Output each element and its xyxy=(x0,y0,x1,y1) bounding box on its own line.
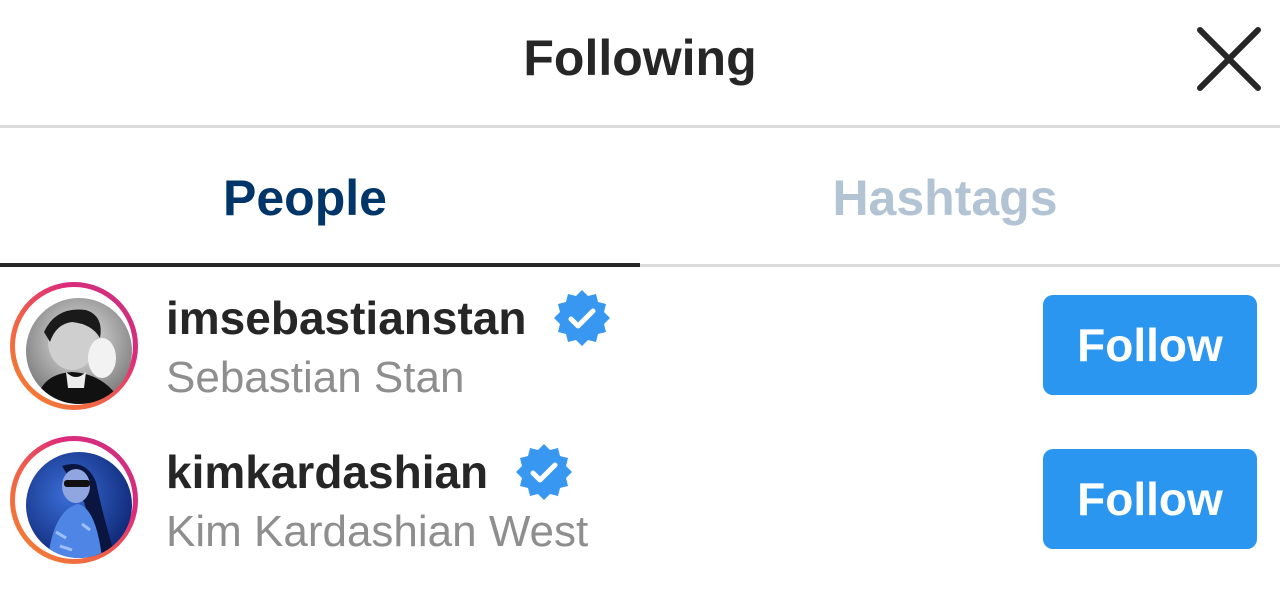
tab-bar: People Hashtags xyxy=(0,128,1280,267)
username[interactable]: kimkardashian xyxy=(166,445,488,499)
close-icon xyxy=(1197,27,1261,91)
story-ring[interactable] xyxy=(10,436,138,564)
verified-badge-icon xyxy=(554,290,611,346)
avatar xyxy=(26,452,132,558)
full-name: Kim Kardashian West xyxy=(166,507,589,556)
avatar xyxy=(26,298,132,404)
dialog-title: Following xyxy=(523,30,757,86)
story-ring[interactable] xyxy=(10,282,138,410)
close-button[interactable] xyxy=(1192,22,1266,96)
tab-hashtags[interactable]: Hashtags xyxy=(640,128,1280,267)
username[interactable]: imsebastianstan xyxy=(166,291,526,345)
follow-button[interactable]: Follow xyxy=(1043,449,1257,549)
verified-badge-icon xyxy=(516,444,573,500)
dialog-header: Following xyxy=(0,0,1280,128)
avatar-photo xyxy=(26,452,132,558)
full-name: Sebastian Stan xyxy=(166,353,465,402)
list-item: imsebastianstan Sebastian Stan Follow xyxy=(0,270,1280,420)
avatar-photo xyxy=(26,298,132,404)
following-dialog: Following People Hashtags imsebastiansta… xyxy=(0,0,1280,606)
tab-people[interactable]: People xyxy=(0,128,640,267)
follow-button[interactable]: Follow xyxy=(1043,295,1257,395)
list-item: kimkardashian Kim Kardashian West Follow xyxy=(0,424,1280,574)
